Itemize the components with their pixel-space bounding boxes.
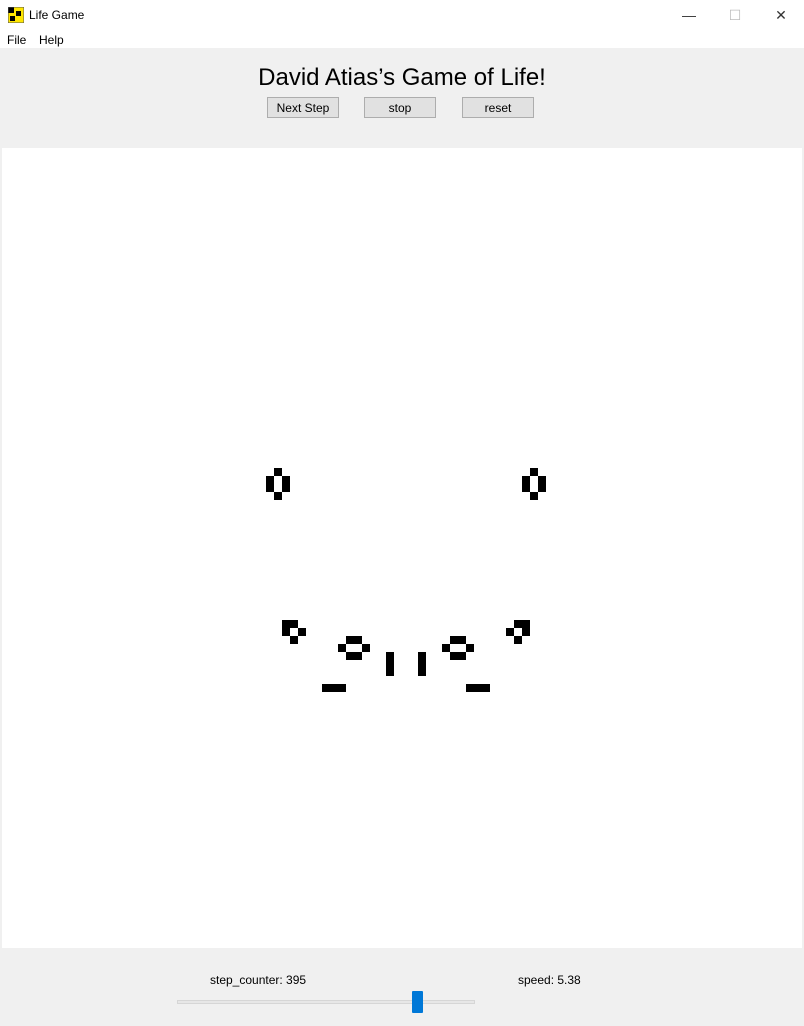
live-cell	[330, 684, 338, 692]
live-cell	[514, 636, 522, 644]
live-cell	[274, 468, 282, 476]
live-cell	[290, 620, 298, 628]
live-cell	[466, 644, 474, 652]
live-cell	[298, 628, 306, 636]
page-title: David Atias’s Game of Life!	[258, 64, 546, 91]
live-cell	[338, 684, 346, 692]
live-cell	[418, 652, 426, 660]
step-counter: step_counter: 395	[210, 973, 307, 987]
menu-bar: File Help	[0, 30, 804, 48]
live-cell	[450, 652, 458, 660]
live-cell	[450, 636, 458, 644]
live-cell	[266, 476, 274, 484]
live-cell	[466, 684, 474, 692]
next-step-button[interactable]: Next Step	[267, 97, 339, 118]
life-grid[interactable]	[2, 148, 802, 948]
title-bar: Life Game — ☐ ✕	[0, 0, 804, 30]
live-cell	[362, 644, 370, 652]
live-cell	[474, 684, 482, 692]
live-cell	[322, 684, 330, 692]
live-cell	[418, 660, 426, 668]
menu-help[interactable]: Help	[39, 33, 64, 47]
speed-slider-track[interactable]	[177, 1000, 475, 1004]
speed-label: speed: 5.38	[518, 973, 581, 987]
live-cell	[538, 484, 546, 492]
live-cell	[354, 636, 362, 644]
live-cell	[354, 652, 362, 660]
live-cell	[506, 628, 514, 636]
live-cell	[290, 636, 298, 644]
live-cell	[538, 476, 546, 484]
live-cell	[274, 492, 282, 500]
live-cell	[522, 484, 530, 492]
live-cell	[514, 620, 522, 628]
maximize-button[interactable]: ☐	[712, 0, 758, 30]
live-cell	[386, 660, 394, 668]
live-cell	[346, 636, 354, 644]
speed-slider-thumb[interactable]	[412, 991, 423, 1013]
reset-button[interactable]: reset	[462, 97, 534, 118]
window-title: Life Game	[29, 8, 85, 22]
menu-file[interactable]: File	[7, 33, 26, 47]
minimize-button[interactable]: —	[666, 0, 712, 30]
live-cell	[282, 628, 290, 636]
live-cell	[266, 484, 274, 492]
live-cell	[522, 628, 530, 636]
live-cell	[282, 620, 290, 628]
stop-button[interactable]: stop	[364, 97, 436, 118]
live-cell	[282, 476, 290, 484]
live-cell	[522, 476, 530, 484]
live-cell	[458, 652, 466, 660]
live-cell	[346, 652, 354, 660]
app-icon	[8, 7, 24, 23]
live-cell	[458, 636, 466, 644]
close-button[interactable]: ✕	[758, 0, 804, 30]
live-cell	[482, 684, 490, 692]
live-cell	[386, 652, 394, 660]
live-cell	[282, 484, 290, 492]
live-cell	[338, 644, 346, 652]
live-cell	[530, 468, 538, 476]
live-cell	[522, 620, 530, 628]
live-cell	[442, 644, 450, 652]
live-cell	[530, 492, 538, 500]
live-cell	[386, 668, 394, 676]
live-cell	[418, 668, 426, 676]
